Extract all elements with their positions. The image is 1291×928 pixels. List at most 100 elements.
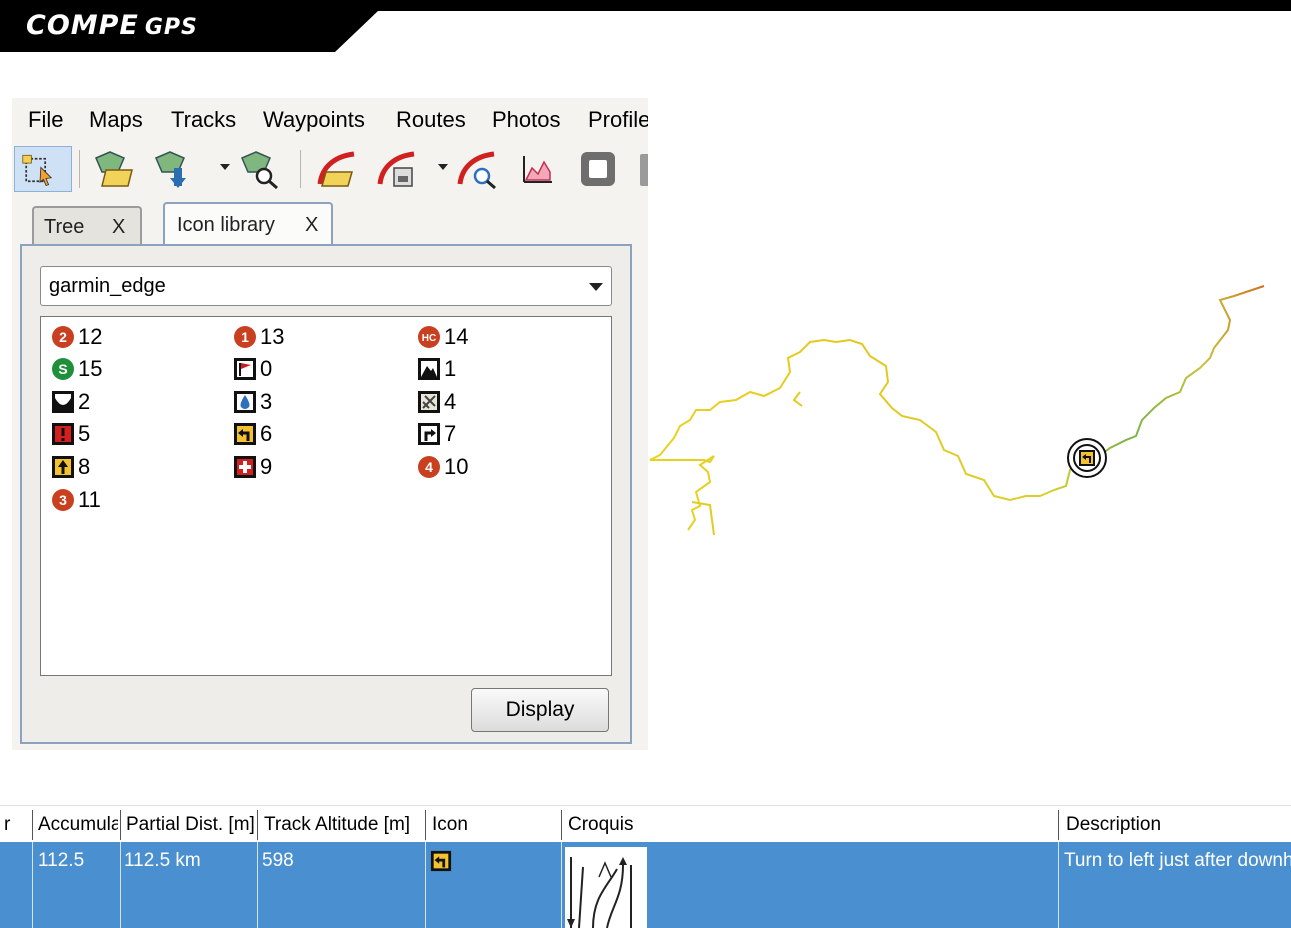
- list-item[interactable]: 8: [51, 453, 90, 481]
- icon-label: 13: [260, 324, 285, 349]
- stop-icon[interactable]: [572, 146, 622, 192]
- menu-tracks[interactable]: Tracks: [171, 107, 236, 133]
- list-item[interactable]: S 15: [51, 355, 102, 383]
- icon-label: 9: [260, 454, 273, 479]
- icon-label: 6: [260, 421, 273, 446]
- display-button[interactable]: Display: [471, 688, 609, 732]
- chevron-down-icon[interactable]: [438, 164, 448, 170]
- icon-label: 4: [444, 389, 457, 414]
- table-row[interactable]: 112.5 112.5 km 598 Turn to left just aft…: [0, 842, 1291, 928]
- col-header[interactable]: Croquis: [568, 814, 1048, 836]
- open-map-icon[interactable]: [88, 146, 138, 192]
- toolbar-separator: [79, 150, 80, 188]
- track-save-icon[interactable]: [372, 146, 422, 192]
- header-banner: COMPE GPS: [0, 0, 1291, 52]
- track-find-icon[interactable]: [452, 146, 502, 192]
- tab-tree-close[interactable]: X: [112, 216, 125, 239]
- icon-label: 11: [78, 487, 101, 512]
- select-tool-icon[interactable]: [14, 146, 72, 192]
- cell-partial-dist: 112.5 km: [124, 850, 201, 871]
- circle-1-icon: 1: [234, 326, 256, 348]
- toolbar-separator: [300, 150, 301, 188]
- icon-label: 15: [78, 356, 103, 381]
- water-icon: [234, 391, 256, 413]
- col-divider[interactable]: [561, 810, 562, 840]
- waypoint-marker[interactable]: [1067, 438, 1107, 478]
- chevron-down-icon[interactable]: [589, 283, 603, 291]
- list-item[interactable]: 9: [233, 453, 272, 481]
- svg-text:3: 3: [59, 492, 67, 508]
- list-item[interactable]: 7: [417, 420, 456, 448]
- col-divider[interactable]: [1058, 810, 1059, 840]
- svg-text:1: 1: [241, 329, 249, 345]
- tab-tree-label: Tree: [44, 216, 85, 238]
- circle-3-icon: 3: [52, 489, 74, 511]
- cell-divider: [1058, 842, 1059, 928]
- col-divider[interactable]: [120, 810, 121, 840]
- menu-photos[interactable]: Photos: [492, 107, 561, 133]
- col-header[interactable]: Track Altitude [m]: [264, 814, 422, 836]
- circle-4-icon: 4: [418, 456, 440, 478]
- straight-icon: [52, 456, 74, 478]
- cell-description: Turn to left just after downhill: [1064, 850, 1291, 871]
- library-select[interactable]: garmin_edge: [40, 266, 612, 306]
- brand-suffix: GPS: [144, 15, 198, 40]
- profile-chart-icon[interactable]: [512, 146, 562, 192]
- tab-icon-library-close[interactable]: X: [305, 214, 318, 237]
- list-item[interactable]: 2: [51, 388, 90, 416]
- menu-bar: File Maps Tracks Waypoints Routes Photos…: [12, 98, 648, 140]
- chevron-down-icon[interactable]: [220, 164, 230, 170]
- cell-accumulated: 112.5: [38, 850, 85, 871]
- menu-profile[interactable]: Profile: [588, 107, 648, 133]
- icon-library-panel: garmin_edge 2 12 1 13 HC 14 S 15 0 1 2 3…: [20, 244, 632, 744]
- map-download-icon[interactable]: [148, 146, 198, 192]
- open-track-icon[interactable]: [312, 146, 362, 192]
- list-item[interactable]: 4: [417, 388, 456, 416]
- menu-maps[interactable]: Maps: [89, 107, 143, 133]
- svg-text:4: 4: [425, 459, 433, 475]
- list-item[interactable]: 4 10: [417, 453, 468, 481]
- tab-tree[interactable]: Tree X: [32, 206, 142, 244]
- list-item[interactable]: 1: [417, 355, 456, 383]
- list-item[interactable]: HC 14: [417, 323, 468, 351]
- list-item[interactable]: 0: [233, 355, 272, 383]
- tab-icon-library[interactable]: Icon library X: [163, 202, 333, 246]
- col-header[interactable]: Description: [1066, 814, 1291, 836]
- brand-name: COMPE: [26, 10, 139, 41]
- list-item[interactable]: 6: [233, 420, 272, 448]
- col-header[interactable]: Partial Dist. [m]: [126, 814, 256, 836]
- valley-icon: [52, 391, 74, 413]
- circle-s-icon: S: [52, 358, 74, 380]
- table-header: r Accumula Partial Dist. [m] Track Altit…: [0, 805, 1291, 843]
- menu-waypoints[interactable]: Waypoints: [263, 107, 365, 133]
- icon-label: 3: [260, 389, 273, 414]
- list-item[interactable]: 5: [51, 420, 90, 448]
- list-item[interactable]: 3: [233, 388, 272, 416]
- waypoint-table: r Accumula Partial Dist. [m] Track Altit…: [0, 805, 1291, 928]
- col-header[interactable]: r: [4, 814, 24, 836]
- menu-routes[interactable]: Routes: [396, 107, 466, 133]
- cell-divider: [561, 842, 562, 928]
- col-divider[interactable]: [257, 810, 258, 840]
- summit-icon: [418, 358, 440, 380]
- col-divider[interactable]: [32, 810, 33, 840]
- track-branch: [792, 391, 803, 407]
- tab-icon-library-label: Icon library: [177, 214, 275, 236]
- list-item[interactable]: 1 13: [233, 323, 284, 351]
- food-icon: [418, 391, 440, 413]
- turn-left-icon: [430, 850, 452, 872]
- list-item[interactable]: 2 12: [51, 323, 102, 351]
- menu-file[interactable]: File: [28, 107, 63, 133]
- map-view[interactable]: [640, 260, 1291, 560]
- map-find-icon[interactable]: [234, 146, 284, 192]
- col-header[interactable]: Accumula: [38, 814, 118, 836]
- circle-hc-icon: HC: [418, 326, 440, 348]
- track-line[interactable]: [649, 285, 1265, 531]
- icon-label: 8: [78, 454, 91, 479]
- col-header[interactable]: Icon: [432, 814, 552, 836]
- col-divider[interactable]: [425, 810, 426, 840]
- icon-list[interactable]: 2 12 1 13 HC 14 S 15 0 1 2 3 4 5 6 7 8 9…: [40, 316, 612, 676]
- icon-label: 7: [444, 421, 457, 446]
- toolbar-overflow-button[interactable]: [640, 154, 648, 186]
- list-item[interactable]: 3 11: [51, 486, 101, 514]
